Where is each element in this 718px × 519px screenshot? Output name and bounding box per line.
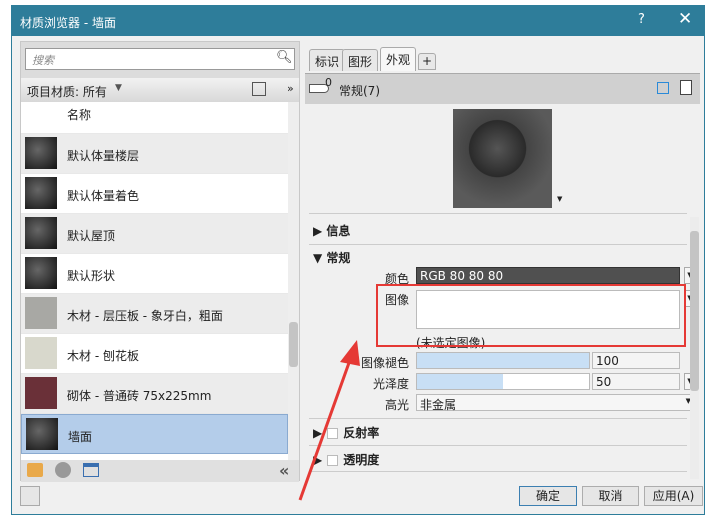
annotation-arrow xyxy=(298,340,360,501)
